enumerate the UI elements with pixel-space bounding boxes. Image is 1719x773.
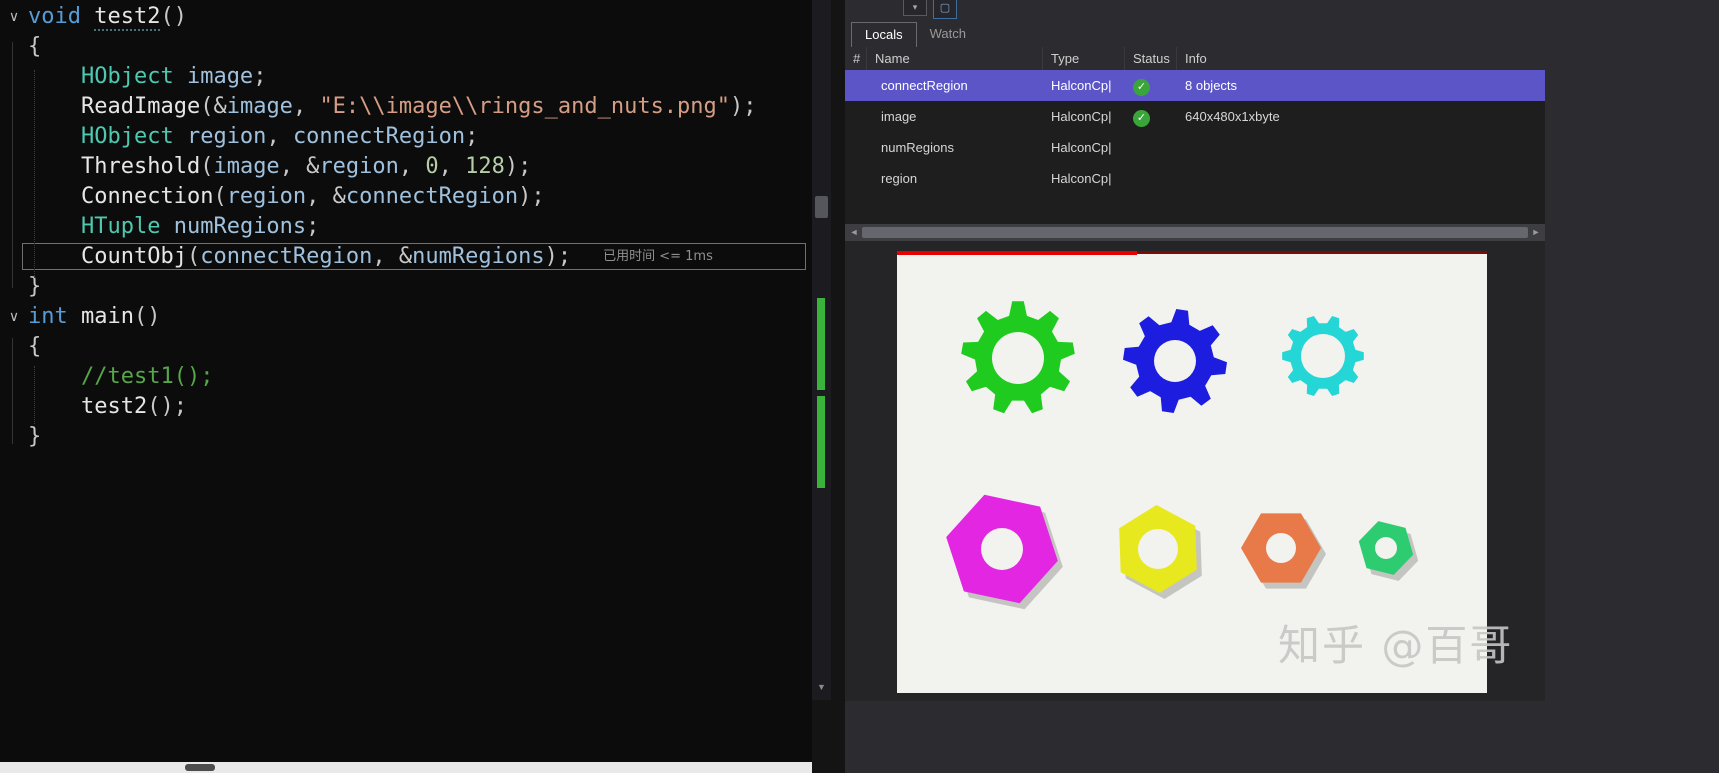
status-ok-check-icon: ✓ bbox=[1133, 110, 1150, 127]
variable-status bbox=[1125, 132, 1177, 163]
variable-status: ✓ bbox=[1125, 101, 1177, 132]
locals-table-body: connectRegion HalconCp| ✓ 8 objects image Hal… bbox=[845, 70, 1545, 224]
app-window: ∨ void test2(){ HObject image; ReadImage(… bbox=[0, 0, 1719, 773]
locals-row-numRegions[interactable]: numRegions HalconCp| bbox=[845, 132, 1545, 163]
change-marker bbox=[817, 298, 825, 390]
code-line[interactable]: Connection(region, &connectRegion); bbox=[0, 182, 812, 212]
code-text: HObject region, connectRegion; bbox=[80, 124, 479, 149]
row-index bbox=[845, 132, 867, 163]
code-text: { bbox=[28, 334, 42, 359]
code-text: CountObj(connectRegion, &numRegions); bbox=[80, 244, 572, 269]
tab-watch[interactable]: Watch bbox=[917, 22, 979, 46]
indent-guide-line bbox=[34, 70, 35, 278]
code-line[interactable]: HObject region, connectRegion; bbox=[0, 122, 812, 152]
locals-table: # Name Type Status Info connectRegion HalconC… bbox=[845, 47, 1545, 224]
row-index bbox=[845, 163, 867, 194]
fold-chevron-icon[interactable]: ∨ bbox=[3, 302, 25, 332]
variable-name: connectRegion bbox=[881, 78, 968, 93]
code-line[interactable]: { bbox=[0, 332, 812, 362]
code-line[interactable]: //test1(); bbox=[0, 362, 812, 392]
locals-row-connectRegion[interactable]: connectRegion HalconCp| ✓ 8 objects bbox=[845, 70, 1545, 101]
code-line[interactable]: test2(); bbox=[0, 392, 812, 422]
code-lines: ∨ void test2(){ HObject image; ReadImage(… bbox=[0, 2, 812, 452]
locals-row-region[interactable]: region HalconCp| bbox=[845, 163, 1545, 194]
code-text: HTuple numRegions; bbox=[80, 214, 320, 239]
variable-info bbox=[1177, 163, 1545, 194]
code-text: { bbox=[28, 34, 42, 59]
locals-table-header: # Name Type Status Info bbox=[845, 47, 1545, 70]
code-line[interactable]: HObject image; bbox=[0, 62, 812, 92]
watermark: 知乎 @百哥 bbox=[1278, 621, 1514, 670]
small-green-nut-hole bbox=[1375, 537, 1397, 559]
row-index bbox=[845, 101, 867, 132]
code-line[interactable]: HTuple numRegions; bbox=[0, 212, 812, 242]
scrollbar-thumb[interactable] bbox=[815, 196, 828, 218]
code-text: test2(); bbox=[80, 394, 187, 419]
code-line[interactable]: } bbox=[0, 272, 812, 302]
fold-chevron-icon[interactable]: ∨ bbox=[3, 2, 25, 32]
code-line[interactable]: ∨ void test2() bbox=[0, 2, 812, 32]
indent-guide-line bbox=[34, 366, 35, 424]
tab-locals[interactable]: Locals bbox=[851, 22, 917, 47]
scroll-left-arrow-icon[interactable]: ◄ bbox=[847, 224, 861, 241]
code-line[interactable]: ReadImage(&image, "E:\\image\\rings_and_… bbox=[0, 92, 812, 122]
variable-info: 8 objects bbox=[1185, 78, 1238, 93]
editor-vertical-scrollbar[interactable]: ▼ bbox=[812, 0, 831, 700]
scroll-down-arrow-icon[interactable]: ▼ bbox=[812, 682, 831, 692]
variable-info: 640x480x1xbyte bbox=[1185, 109, 1280, 124]
toolbar-button-icon[interactable]: ▢ bbox=[933, 0, 957, 19]
code-text: //test1(); bbox=[80, 364, 214, 389]
variable-name: numRegions bbox=[881, 140, 954, 155]
column-header-name[interactable]: Name bbox=[867, 47, 1043, 70]
cyan-gear-hole bbox=[1301, 334, 1345, 378]
variable-status bbox=[1125, 163, 1177, 194]
column-header-status[interactable]: Status bbox=[1125, 47, 1177, 70]
code-text: HObject image; bbox=[80, 64, 267, 89]
change-marker bbox=[817, 396, 825, 488]
locals-horizontal-scrollbar[interactable]: ◄ ► bbox=[845, 224, 1545, 241]
locals-watch-tabs: Locals Watch bbox=[851, 22, 979, 47]
locals-row-image[interactable]: image HalconCp| ✓ 640x480x1xbyte bbox=[845, 101, 1545, 132]
toolbar-dropdown-icon[interactable]: ▾ bbox=[903, 0, 927, 16]
orange-nut-hole bbox=[1266, 533, 1296, 563]
column-header-num[interactable]: # bbox=[845, 47, 867, 70]
variable-type: HalconCp| bbox=[1051, 140, 1112, 155]
yellow-nut-hole bbox=[1138, 529, 1178, 569]
variable-name: image bbox=[881, 109, 917, 124]
editor-horizontal-scrollbar[interactable] bbox=[0, 762, 812, 773]
variable-name: region bbox=[881, 171, 918, 186]
code-text: Connection(region, &connectRegion); bbox=[80, 184, 545, 209]
code-text: int main() bbox=[28, 304, 161, 329]
variable-status: ✓ bbox=[1125, 70, 1177, 101]
row-index bbox=[845, 70, 867, 101]
code-text: ReadImage(&image, "E:\\image\\rings_and_… bbox=[80, 94, 757, 119]
variable-info bbox=[1177, 132, 1545, 163]
variable-type: HalconCp| bbox=[1051, 109, 1112, 124]
code-line[interactable]: } bbox=[0, 422, 812, 452]
code-line[interactable]: ∨ int main() bbox=[0, 302, 812, 332]
column-header-type[interactable]: Type bbox=[1043, 47, 1125, 70]
code-line[interactable]: Threshold(image, &region, 0, 128); bbox=[0, 152, 812, 182]
code-line[interactable]: CountObj(connectRegion, &numRegions); 已用时… bbox=[0, 242, 812, 272]
code-text: Threshold(image, &region, 0, 128); bbox=[80, 154, 532, 179]
blue-gear-hole bbox=[1154, 340, 1196, 382]
column-header-info[interactable]: Info bbox=[1177, 47, 1545, 70]
scope-guide-line bbox=[12, 42, 13, 288]
status-ok-check-icon: ✓ bbox=[1133, 79, 1150, 96]
code-editor[interactable]: ∨ void test2(){ HObject image; ReadImage(… bbox=[0, 0, 812, 762]
perf-tip[interactable]: 已用时间 <= 1ms bbox=[603, 242, 713, 272]
variable-type: HalconCp| bbox=[1051, 78, 1112, 93]
variable-type: HalconCp| bbox=[1051, 171, 1112, 186]
code-line[interactable]: { bbox=[0, 32, 812, 62]
code-text: void test2() bbox=[28, 4, 187, 31]
scrollbar-thumb[interactable] bbox=[862, 227, 1528, 238]
green-gear-hole bbox=[992, 332, 1044, 384]
scrollbar-thumb[interactable] bbox=[185, 764, 215, 771]
scope-guide-line bbox=[12, 338, 13, 444]
scroll-right-arrow-icon[interactable]: ► bbox=[1529, 224, 1543, 241]
code-text: } bbox=[28, 424, 42, 449]
magenta-nut-hole bbox=[981, 528, 1023, 570]
